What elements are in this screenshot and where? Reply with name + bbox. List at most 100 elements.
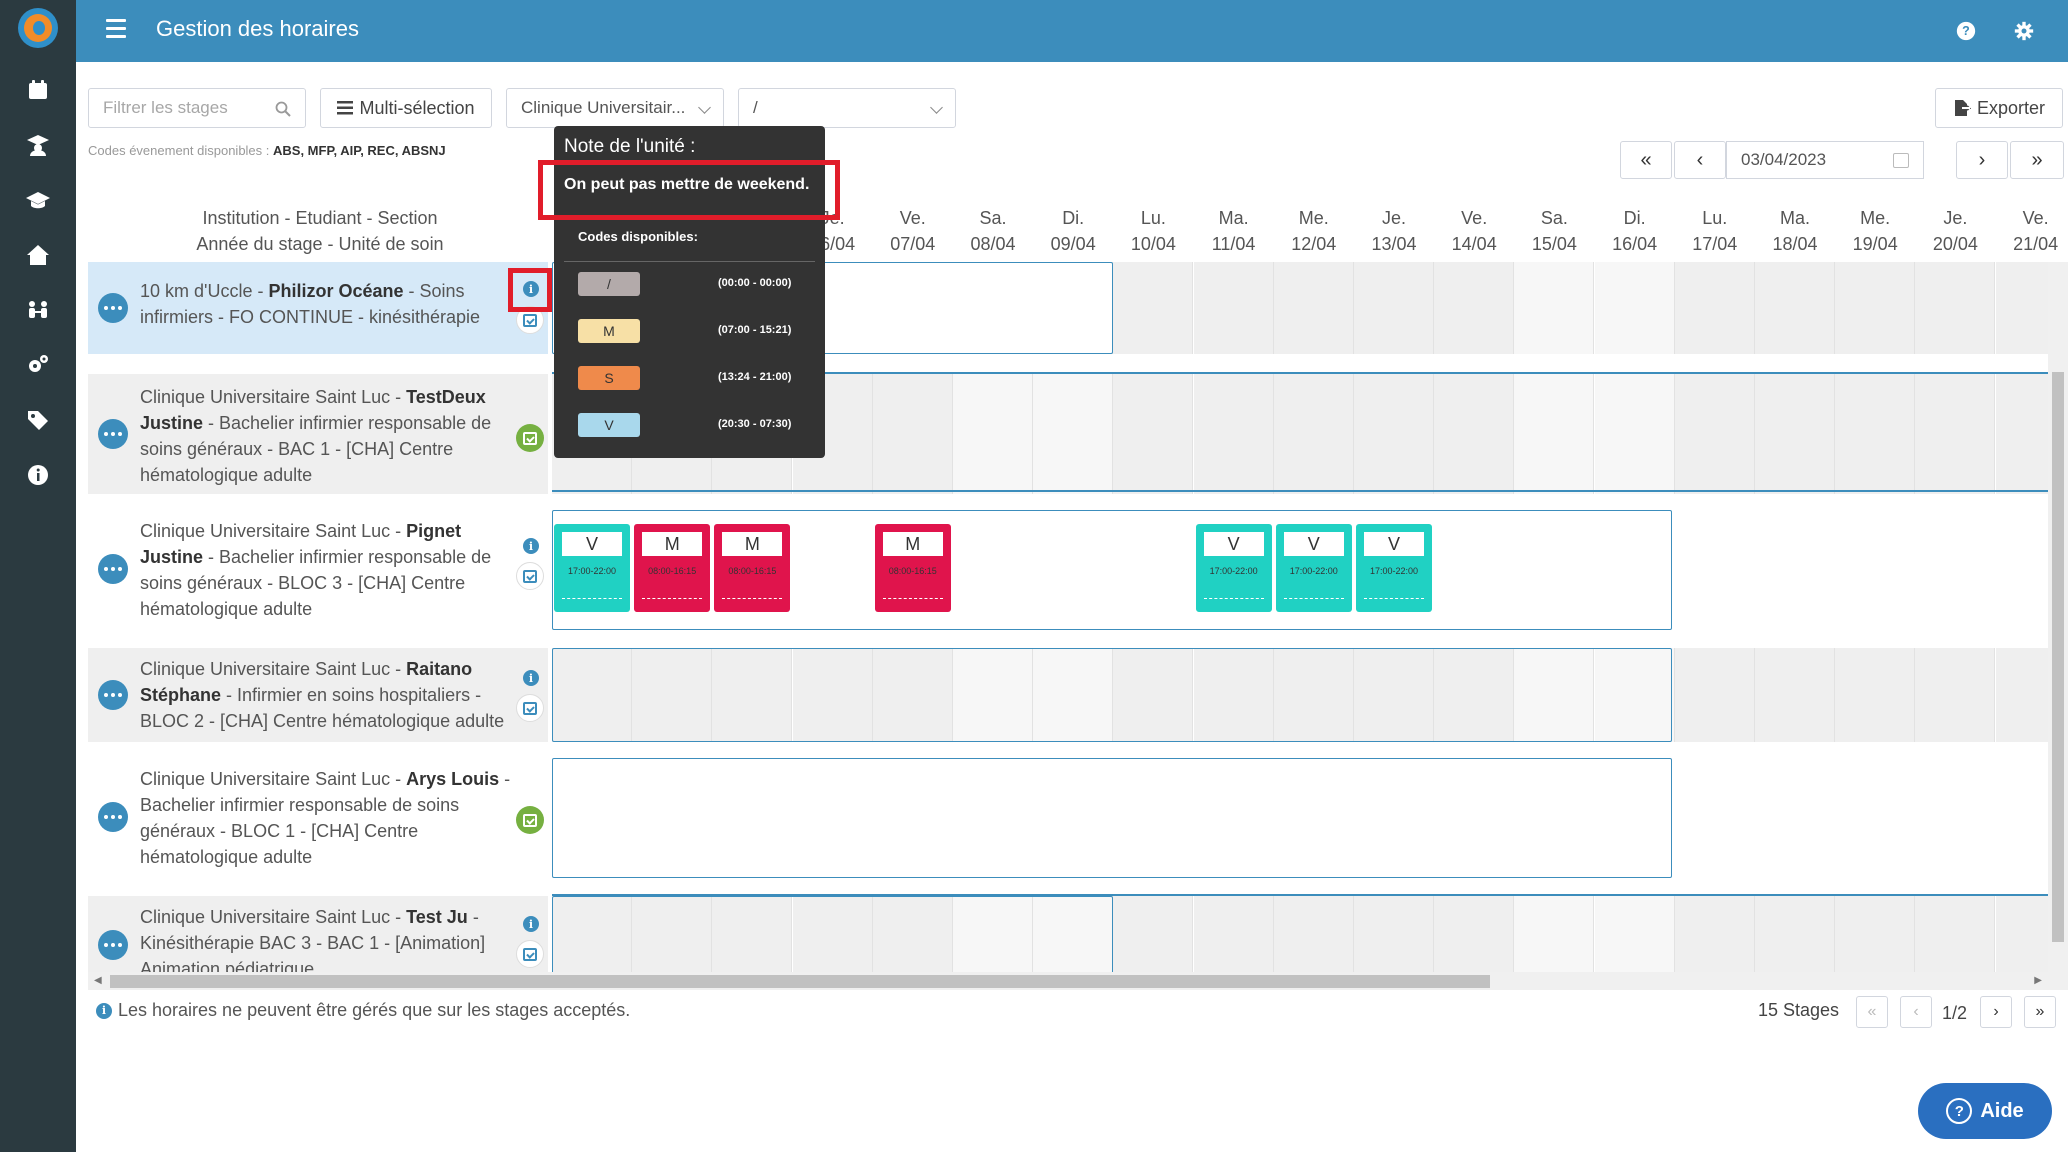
day-cell[interactable]: [1354, 262, 1434, 354]
row-options-icon[interactable]: [98, 419, 128, 449]
day-cell[interactable]: [1434, 374, 1515, 494]
schedule-calendar-icon[interactable]: [516, 562, 544, 590]
day-cell[interactable]: [1674, 896, 1755, 972]
help-icon[interactable]: ?: [1952, 17, 1980, 45]
day-cell[interactable]: [1674, 262, 1755, 354]
scroll-right-arrow-icon[interactable]: ▶: [2034, 975, 2042, 986]
day-cell[interactable]: [1755, 262, 1835, 354]
page-last-button[interactable]: »: [2024, 996, 2056, 1028]
graduation-cap-nav-icon[interactable]: [0, 180, 76, 220]
tags-nav-icon[interactable]: [0, 400, 76, 440]
date-input[interactable]: 03/04/2023: [1726, 141, 1924, 179]
day-cell[interactable]: [1193, 896, 1274, 972]
day-cell[interactable]: [1995, 648, 2048, 742]
section-select[interactable]: /: [738, 88, 956, 128]
day-cell[interactable]: [1273, 374, 1354, 494]
scroll-left-arrow-icon[interactable]: ◀: [94, 975, 102, 986]
student-nav-icon[interactable]: [0, 125, 76, 165]
horizontal-scrollbar[interactable]: ◀ ▶: [88, 972, 2048, 990]
date-prev-button[interactable]: ‹: [1674, 141, 1726, 179]
row-options-icon[interactable]: [98, 802, 128, 832]
unit-note-info-icon[interactable]: i: [523, 538, 539, 554]
day-cell[interactable]: [1594, 374, 1675, 494]
day-cell[interactable]: [1113, 896, 1194, 972]
unit-note-info-icon[interactable]: i: [523, 916, 539, 932]
day-cell[interactable]: [1835, 648, 1916, 742]
day-cell[interactable]: [1113, 262, 1194, 354]
stage-period[interactable]: [552, 758, 1672, 878]
users-nav-icon[interactable]: [0, 290, 76, 330]
stage-period[interactable]: [552, 648, 1672, 742]
info-nav-icon[interactable]: [0, 455, 76, 495]
day-cell[interactable]: [872, 374, 953, 494]
day-cell[interactable]: [1354, 374, 1434, 494]
app-logo[interactable]: [18, 8, 58, 48]
shift-block[interactable]: M 08:00-16:15: [874, 524, 951, 612]
scrollbar-thumb[interactable]: [110, 975, 1490, 988]
schedule-calendar-icon[interactable]: [516, 806, 544, 834]
date-next-button[interactable]: ›: [1956, 141, 2008, 179]
home-nav-icon[interactable]: [0, 235, 76, 275]
unit-note-info-icon[interactable]: i: [523, 281, 539, 297]
calendar-nav-icon[interactable]: [0, 70, 76, 110]
day-cell[interactable]: [1113, 374, 1194, 494]
day-cell[interactable]: [1434, 262, 1515, 354]
day-cell[interactable]: [1033, 374, 1114, 494]
scrollbar-thumb[interactable]: [2052, 372, 2064, 942]
day-cell[interactable]: [1995, 262, 2048, 354]
day-cell[interactable]: [1193, 262, 1274, 354]
shift-block[interactable]: V 17:00-22:00: [1356, 524, 1432, 612]
schedule-calendar-icon[interactable]: [516, 306, 544, 334]
day-cell[interactable]: [1193, 374, 1274, 494]
day-cell[interactable]: [1674, 374, 1755, 494]
stage-filter-input[interactable]: Filtrer les stages: [88, 88, 306, 128]
day-cell[interactable]: [1835, 896, 1916, 972]
day-cell[interactable]: [1514, 262, 1595, 354]
day-cell[interactable]: [1273, 896, 1354, 972]
shift-block[interactable]: V 17:00-22:00: [1275, 524, 1352, 612]
row-options-icon[interactable]: [98, 930, 128, 960]
day-cell[interactable]: [953, 374, 1033, 494]
institution-select[interactable]: Clinique Universitair...: [506, 88, 724, 128]
row-options-icon[interactable]: [98, 293, 128, 323]
day-cell[interactable]: [1915, 262, 1996, 354]
day-cell[interactable]: [1273, 262, 1354, 354]
unit-note-info-icon[interactable]: i: [523, 670, 539, 686]
schedule-calendar-icon[interactable]: [516, 694, 544, 722]
row-options-icon[interactable]: [98, 554, 128, 584]
day-cell[interactable]: [1755, 374, 1835, 494]
schedule-calendar-icon[interactable]: [516, 424, 544, 452]
day-cell[interactable]: [1594, 262, 1675, 354]
day-cell[interactable]: [1995, 374, 2048, 494]
schedule-calendar-icon[interactable]: [516, 940, 544, 968]
day-cell[interactable]: [1915, 374, 1996, 494]
day-cell[interactable]: [1835, 262, 1916, 354]
day-cell[interactable]: [1434, 896, 1515, 972]
day-cell[interactable]: [1354, 896, 1434, 972]
export-button[interactable]: Exporter: [1935, 88, 2063, 128]
shift-block[interactable]: M 08:00-16:15: [714, 524, 791, 612]
row-options-icon[interactable]: [98, 680, 128, 710]
day-cell[interactable]: [1594, 896, 1675, 972]
shift-block[interactable]: M 08:00-16:15: [634, 524, 711, 612]
day-cell[interactable]: [1915, 896, 1996, 972]
settings-cogs-nav-icon[interactable]: [0, 345, 76, 385]
gear-icon[interactable]: [2010, 17, 2038, 45]
day-cell[interactable]: [1755, 896, 1835, 972]
day-cell[interactable]: [1514, 374, 1595, 494]
page-first-button[interactable]: «: [1856, 996, 1888, 1028]
day-cell[interactable]: [1674, 648, 1755, 742]
day-cell[interactable]: [1835, 374, 1916, 494]
menu-toggle-icon[interactable]: [106, 19, 126, 41]
page-prev-button[interactable]: ‹: [1900, 996, 1932, 1028]
stage-period[interactable]: [552, 896, 1113, 972]
shift-block[interactable]: V 17:00-22:00: [554, 524, 630, 612]
shift-block[interactable]: V 17:00-22:00: [1195, 524, 1272, 612]
date-last-button[interactable]: »: [2010, 141, 2064, 179]
day-cell[interactable]: [1915, 648, 1996, 742]
page-next-button[interactable]: ›: [1980, 996, 2012, 1028]
day-cell[interactable]: [1755, 648, 1835, 742]
date-first-button[interactable]: «: [1620, 141, 1672, 179]
help-button[interactable]: ? Aide: [1918, 1083, 2052, 1139]
day-cell[interactable]: [1514, 896, 1595, 972]
